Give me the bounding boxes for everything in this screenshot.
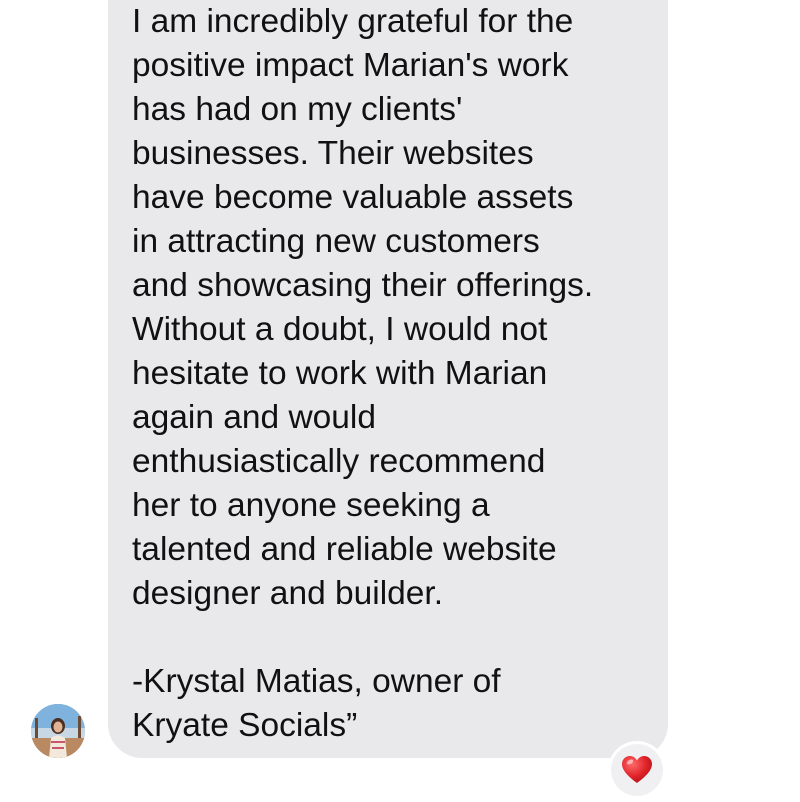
- message-line: her to anyone seeking a: [132, 487, 490, 524]
- red-heart-icon: [622, 756, 652, 783]
- message-line: enthusiastically recommend: [132, 443, 546, 480]
- heart-reaction[interactable]: [611, 744, 663, 796]
- message-line: designer and builder.: [132, 575, 444, 612]
- message-line: talented and reliable website: [132, 531, 557, 568]
- message-line: businesses. Their websites: [132, 135, 534, 172]
- message-line: have become valuable assets: [132, 179, 574, 216]
- message-line: Without a doubt, I would not: [132, 311, 548, 348]
- message-text: I am incredibly grateful for the positiv…: [132, 0, 593, 748]
- message-line: in attracting new customers: [132, 223, 540, 260]
- message-line: hesitate to work with Marian: [132, 355, 548, 392]
- message-line: -Krystal Matias, owner of: [132, 663, 501, 700]
- message-line: Kryate Socials”: [132, 707, 358, 744]
- sender-avatar[interactable]: [31, 704, 85, 758]
- message-line: has had on my clients': [132, 91, 463, 128]
- message-line: I am incredibly grateful for the: [132, 3, 574, 40]
- profile-photo-icon: [31, 704, 85, 758]
- message-line: positive impact Marian's work: [132, 47, 569, 84]
- message-line: again and would: [132, 399, 377, 436]
- message-line: and showcasing their offerings.: [132, 267, 594, 304]
- message-blank-line: [132, 616, 593, 660]
